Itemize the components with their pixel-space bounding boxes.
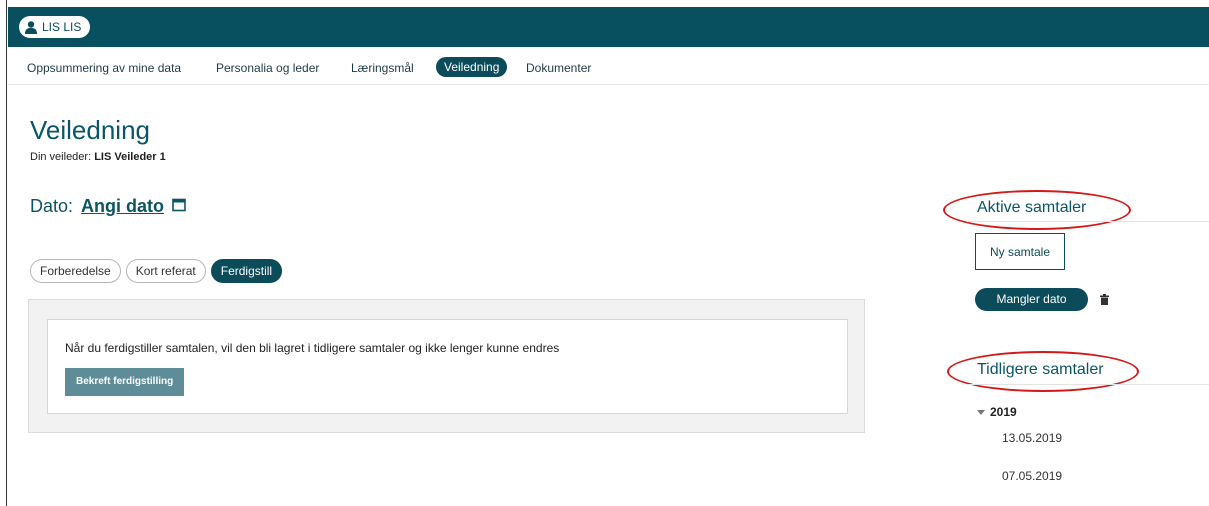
previous-conversation-date[interactable]: 13.05.2019: [1002, 431, 1062, 445]
year-group-2019[interactable]: 2019: [977, 405, 1017, 419]
previous-conversations-heading: Tidligere samtaler: [977, 361, 1104, 378]
year-label: 2019: [990, 405, 1017, 419]
nav-item-laeringsmal[interactable]: Læringsmål: [351, 58, 414, 78]
finalize-panel: Når du ferdigstiller samtalen, vil den b…: [28, 299, 865, 433]
left-border: [0, 0, 7, 506]
previous-conversation-date[interactable]: 07.05.2019: [1002, 469, 1062, 483]
caret-down-icon: [977, 405, 985, 419]
main-navigation: Oppsummering av mine data Personalia og …: [8, 47, 1209, 85]
top-bar: LIS LIS: [8, 7, 1209, 47]
user-icon: [25, 20, 37, 34]
user-menu-button[interactable]: LIS LIS: [19, 16, 91, 38]
nav-item-dokumenter[interactable]: Dokumenter: [526, 58, 591, 78]
previous-divider: [967, 384, 1209, 385]
date-label: Dato:: [30, 196, 74, 216]
nav-item-veiledning[interactable]: Veiledning: [436, 57, 508, 77]
top-margin: [0, 0, 1209, 7]
finalize-card: Når du ferdigstiller samtalen, vil den b…: [47, 319, 848, 414]
nav-item-oppsummering[interactable]: Oppsummering av mine data: [27, 58, 181, 78]
conversation-tabs: Forberedelse Kort referat Ferdigstill: [30, 259, 283, 283]
supervisor-name: LIS Veileder 1: [94, 151, 166, 163]
finalize-notice: Når du ferdigstiller samtalen, vil den b…: [65, 341, 560, 355]
active-divider: [967, 221, 1209, 222]
calendar-icon[interactable]: [172, 196, 186, 217]
tab-forberedelse[interactable]: Forberedelse: [30, 259, 121, 283]
supervisor-line: Din veileder: LIS Veileder 1: [30, 151, 166, 163]
supervisor-label: Din veileder:: [30, 151, 92, 163]
confirm-finalize-button[interactable]: Bekreft ferdigstilling: [65, 368, 185, 396]
page-title: Veiledning: [30, 115, 150, 145]
nav-item-personalia[interactable]: Personalia og leder: [216, 58, 319, 78]
date-row: Dato: Angi dato: [30, 196, 186, 217]
tab-kort-referat[interactable]: Kort referat: [125, 259, 206, 283]
tab-ferdigstill[interactable]: Ferdigstill: [210, 259, 283, 283]
set-date-link[interactable]: Angi dato: [81, 196, 164, 217]
active-conversations-heading: Aktive samtaler: [977, 199, 1087, 216]
new-conversation-button[interactable]: Ny samtale: [975, 233, 1065, 270]
user-name: LIS LIS: [42, 20, 82, 34]
trash-icon[interactable]: [1100, 292, 1109, 310]
active-conversation-item[interactable]: Mangler dato: [975, 288, 1088, 311]
